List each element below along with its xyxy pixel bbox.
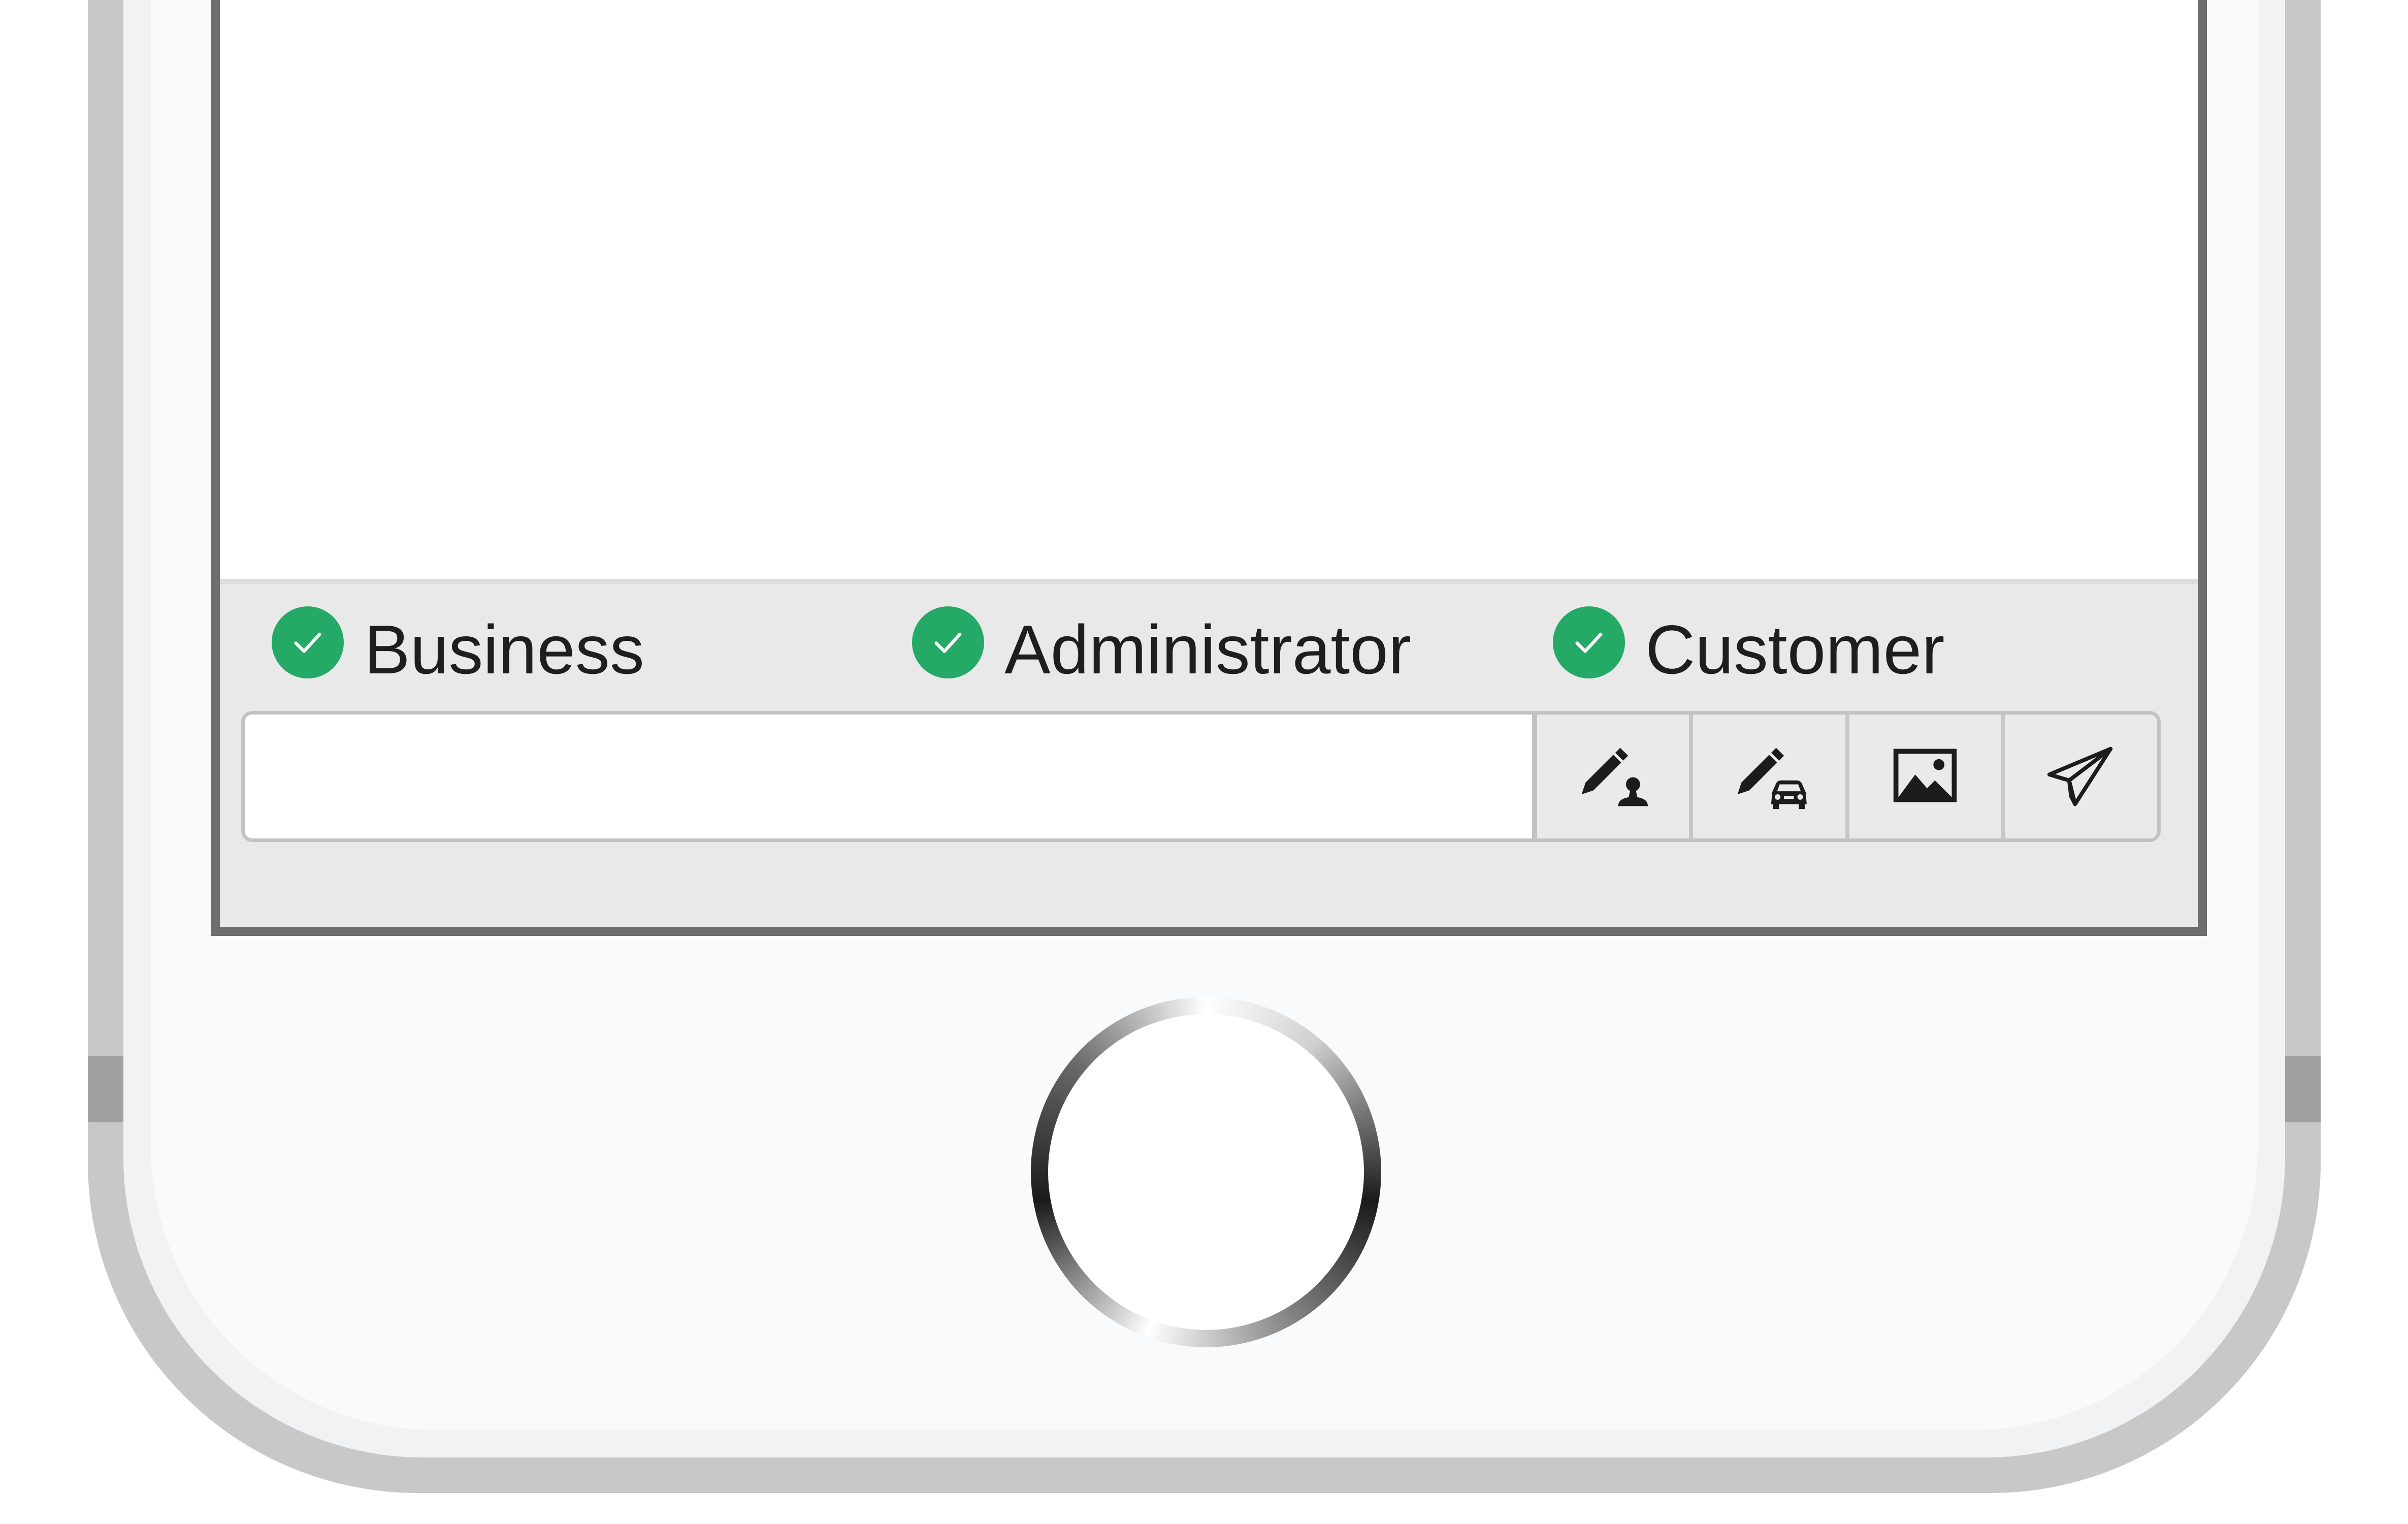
recipient-selector: Business Administrator Customer	[220, 604, 2198, 688]
send-button[interactable]	[2001, 715, 2157, 838]
image-icon	[1893, 749, 1957, 802]
attach-image-button[interactable]	[1845, 715, 2001, 838]
edit-vehicle-button[interactable]	[1689, 715, 1845, 838]
pencil-person-icon	[1581, 748, 1648, 806]
phone-side-button-right	[2285, 1056, 2321, 1122]
recipient-label: Administrator	[1004, 611, 1412, 688]
edit-contact-button[interactable]	[1537, 715, 1689, 838]
home-button-face	[1048, 1014, 1364, 1330]
recipient-label: Business	[364, 611, 644, 688]
home-button[interactable]	[1031, 997, 1381, 1347]
message-thread	[220, 0, 2198, 579]
recipient-toggle-business[interactable]: Business	[272, 604, 644, 688]
message-composer	[241, 711, 2161, 842]
phone-side-button-left	[88, 1056, 123, 1122]
check-circle-icon	[1553, 606, 1625, 678]
message-input[interactable]	[245, 715, 1537, 838]
recipient-label: Customer	[1645, 611, 1945, 688]
check-circle-icon	[272, 606, 344, 678]
paper-plane-icon	[2047, 747, 2113, 806]
pencil-car-icon	[1737, 748, 1807, 809]
phone-screen: Business Administrator Customer	[211, 0, 2207, 936]
check-circle-icon	[912, 606, 984, 678]
composer-panel: Business Administrator Customer	[220, 579, 2198, 927]
recipient-toggle-administrator[interactable]: Administrator	[912, 604, 1411, 688]
recipient-toggle-customer[interactable]: Customer	[1553, 604, 1945, 688]
